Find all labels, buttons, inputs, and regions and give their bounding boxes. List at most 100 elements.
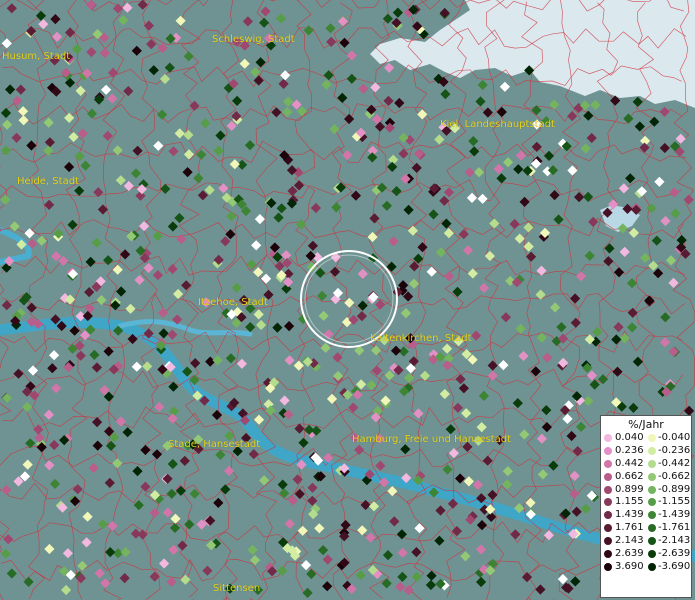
measurement-point[interactable]: [167, 263, 178, 275]
measurement-point[interactable]: [77, 128, 88, 139]
measurement-point[interactable]: [566, 430, 577, 442]
measurement-point[interactable]: [583, 110, 594, 121]
measurement-point[interactable]: [668, 346, 679, 357]
measurement-point[interactable]: [6, 568, 17, 579]
measurement-point[interactable]: [120, 547, 131, 558]
measurement-point[interactable]: [168, 146, 179, 157]
measurement-point[interactable]: [571, 506, 582, 517]
measurement-point[interactable]: [229, 159, 240, 170]
measurement-point[interactable]: [444, 271, 455, 282]
measurement-point[interactable]: [96, 295, 107, 306]
measurement-point[interactable]: [365, 532, 376, 543]
measurement-point[interactable]: [603, 256, 614, 267]
measurement-point[interactable]: [104, 477, 115, 488]
measurement-point[interactable]: [665, 255, 677, 266]
measurement-point[interactable]: [469, 146, 480, 157]
measurement-point[interactable]: [583, 395, 594, 407]
measurement-point[interactable]: [149, 507, 160, 518]
measurement-point[interactable]: [11, 132, 22, 143]
measurement-point[interactable]: [628, 402, 639, 413]
measurement-point[interactable]: [613, 322, 624, 333]
measurement-point[interactable]: [118, 15, 129, 26]
measurement-point[interactable]: [168, 544, 179, 555]
measurement-point[interactable]: [434, 535, 445, 546]
measurement-point[interactable]: [294, 488, 305, 500]
measurement-point[interactable]: [382, 550, 394, 561]
measurement-point[interactable]: [5, 84, 16, 95]
measurement-point[interactable]: [120, 249, 131, 260]
measurement-point[interactable]: [205, 515, 216, 526]
measurement-point[interactable]: [543, 150, 555, 161]
measurement-point[interactable]: [3, 534, 14, 545]
measurement-point[interactable]: [583, 191, 594, 202]
measurement-point[interactable]: [627, 307, 638, 318]
measurement-point[interactable]: [253, 414, 265, 425]
measurement-point[interactable]: [669, 187, 680, 198]
measurement-point[interactable]: [175, 15, 186, 26]
measurement-point[interactable]: [84, 287, 95, 298]
measurement-point[interactable]: [179, 455, 190, 466]
measurement-point[interactable]: [514, 233, 525, 244]
measurement-point[interactable]: [659, 106, 670, 117]
measurement-point[interactable]: [660, 215, 671, 227]
measurement-point[interactable]: [44, 137, 55, 148]
measurement-point[interactable]: [392, 7, 403, 18]
measurement-point[interactable]: [88, 462, 99, 474]
measurement-point[interactable]: [513, 164, 524, 175]
measurement-point[interactable]: [2, 119, 13, 130]
measurement-point[interactable]: [496, 106, 507, 118]
measurement-point[interactable]: [463, 476, 474, 487]
measurement-point[interactable]: [632, 356, 643, 367]
measurement-point[interactable]: [91, 237, 102, 248]
measurement-point[interactable]: [556, 322, 567, 333]
measurement-point[interactable]: [146, 39, 157, 50]
measurement-point[interactable]: [92, 417, 103, 428]
measurement-point[interactable]: [318, 310, 329, 321]
measurement-point[interactable]: [158, 328, 169, 339]
measurement-point[interactable]: [487, 360, 498, 371]
measurement-point[interactable]: [535, 289, 546, 300]
measurement-point[interactable]: [101, 84, 112, 95]
measurement-point[interactable]: [6, 3, 17, 14]
measurement-point[interactable]: [122, 427, 133, 438]
measurement-point[interactable]: [387, 161, 398, 172]
measurement-point[interactable]: [476, 422, 487, 433]
measurement-point[interactable]: [400, 444, 411, 455]
measurement-point[interactable]: [473, 167, 485, 178]
measurement-point[interactable]: [476, 576, 487, 588]
measurement-point[interactable]: [259, 475, 270, 486]
measurement-point[interactable]: [482, 455, 493, 466]
measurement-point[interactable]: [27, 365, 39, 376]
measurement-point[interactable]: [306, 568, 317, 580]
measurement-point[interactable]: [86, 47, 97, 58]
measurement-point[interactable]: [159, 558, 170, 569]
measurement-point[interactable]: [94, 568, 105, 579]
measurement-point[interactable]: [443, 187, 455, 198]
measurement-point[interactable]: [15, 84, 26, 95]
measurement-point[interactable]: [89, 349, 100, 360]
measurement-point[interactable]: [67, 219, 78, 230]
measurement-point[interactable]: [215, 449, 226, 460]
measurement-point[interactable]: [503, 157, 514, 168]
measurement-point[interactable]: [604, 243, 615, 254]
measurement-point[interactable]: [526, 251, 537, 262]
measurement-point[interactable]: [484, 250, 495, 262]
measurement-point[interactable]: [588, 216, 599, 227]
measurement-point[interactable]: [80, 160, 91, 171]
measurement-point[interactable]: [411, 547, 422, 558]
measurement-point[interactable]: [403, 204, 414, 215]
measurement-point[interactable]: [303, 25, 314, 36]
measurement-point[interactable]: [170, 513, 181, 524]
measurement-point[interactable]: [570, 317, 581, 328]
measurement-point[interactable]: [384, 62, 395, 73]
measurement-point[interactable]: [632, 96, 643, 107]
measurement-point[interactable]: [536, 433, 547, 444]
map-canvas[interactable]: [0, 0, 695, 600]
measurement-point[interactable]: [322, 554, 333, 565]
measurement-point[interactable]: [326, 36, 337, 47]
measurement-point[interactable]: [49, 439, 60, 451]
measurement-point[interactable]: [102, 130, 113, 141]
measurement-point[interactable]: [467, 268, 478, 279]
measurement-point[interactable]: [439, 388, 450, 400]
measurement-point[interactable]: [107, 520, 118, 531]
